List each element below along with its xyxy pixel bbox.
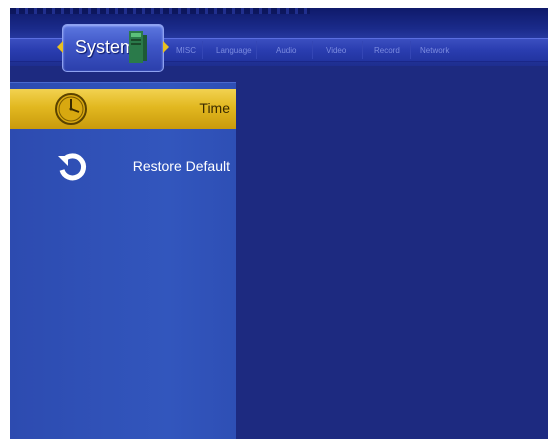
system-icon xyxy=(129,31,147,63)
tab-separator xyxy=(410,41,411,59)
tab-separator xyxy=(202,41,203,59)
content-area xyxy=(236,82,548,439)
restore-icon xyxy=(58,153,87,181)
arrow-right-icon[interactable] xyxy=(163,41,169,53)
settings-screen: MISC Language Audio Video Record Network… xyxy=(10,8,548,439)
tab-network[interactable]: Network xyxy=(420,44,449,58)
tab-separator xyxy=(312,41,313,59)
header-decoration xyxy=(10,8,310,14)
tab-system[interactable]: System xyxy=(57,24,169,72)
tab-video[interactable]: Video xyxy=(326,44,346,58)
tab-audio[interactable]: Audio xyxy=(276,44,296,58)
menu-panel: Time Restore Default xyxy=(10,82,236,439)
tab-record[interactable]: Record xyxy=(374,44,400,58)
tab-separator xyxy=(256,41,257,59)
menu-item-restore-default[interactable]: Restore Default xyxy=(10,147,236,187)
arrow-left-icon[interactable] xyxy=(57,41,63,53)
tab-misc[interactable]: MISC xyxy=(176,44,196,58)
menu-item-time[interactable]: Time xyxy=(10,89,236,129)
menu-item-label: Restore Default xyxy=(132,158,230,174)
menu-item-label: Time xyxy=(199,100,230,116)
tab-language[interactable]: Language xyxy=(216,44,252,58)
clock-icon xyxy=(55,93,87,125)
tab-separator xyxy=(362,41,363,59)
